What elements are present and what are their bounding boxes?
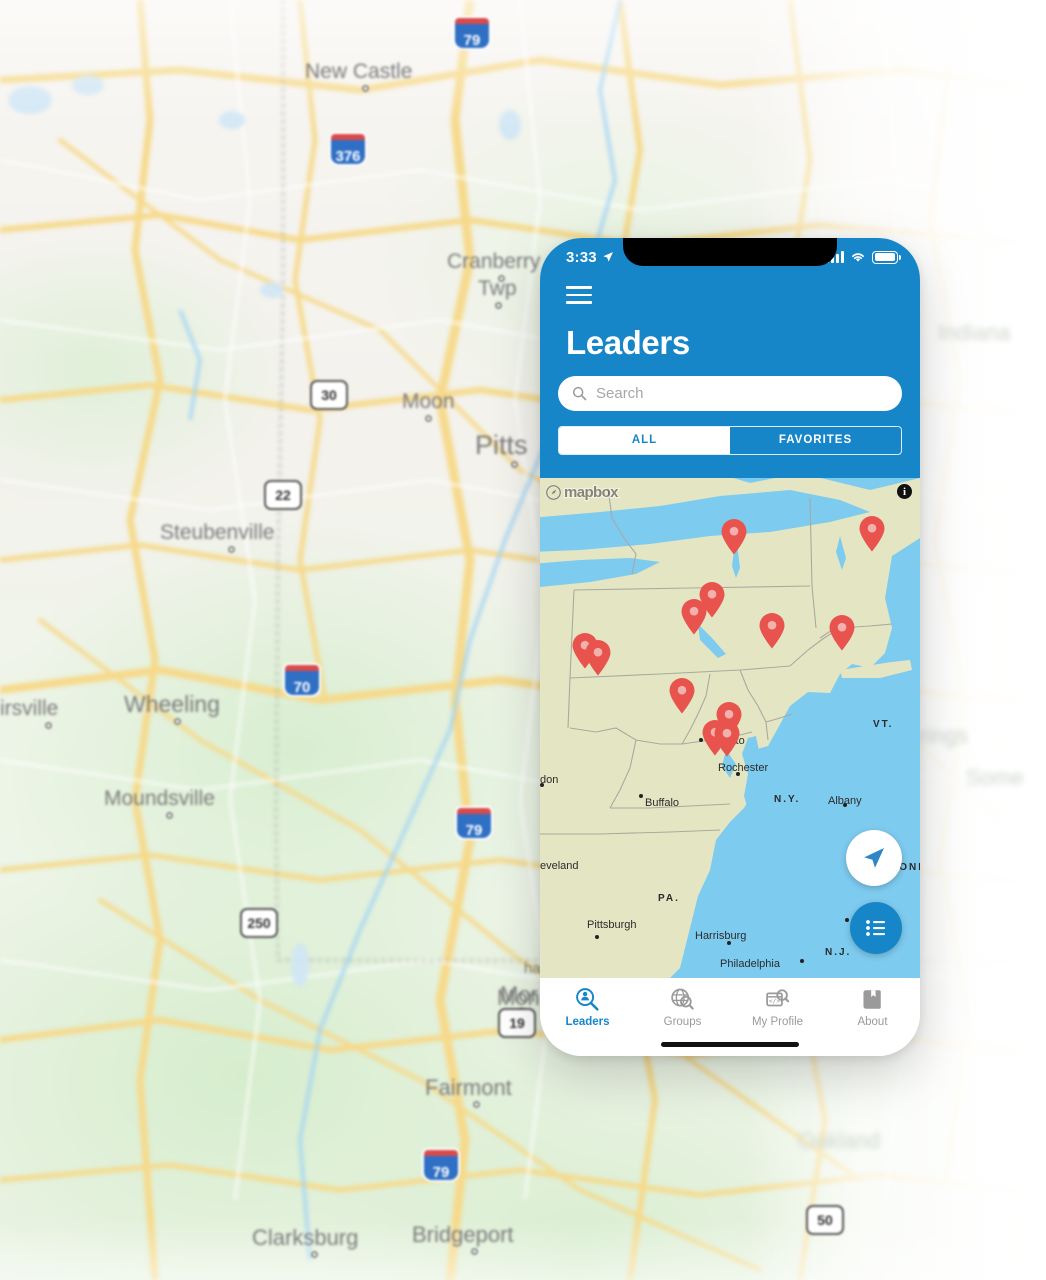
globe-search-icon: [670, 986, 695, 1012]
battery-full-icon: [872, 250, 901, 264]
app-header: 3:33 Leaders Search ALL FAVORITES: [540, 238, 920, 478]
wifi-icon: [852, 253, 864, 262]
route-shield-79: 79: [455, 18, 489, 49]
nav-label-my-profile: My Profile: [751, 1016, 804, 1028]
route-shield-376: 376: [331, 134, 365, 165]
navigation-arrow-icon: [864, 848, 884, 868]
route-shield-22: 22: [264, 480, 302, 510]
route-shield-70: 70: [285, 665, 319, 696]
map-info-icon[interactable]: i: [897, 484, 912, 499]
map-city-dot: [800, 959, 804, 963]
background-place-label: Moon: [402, 390, 455, 413]
map-city-dot: [595, 935, 599, 939]
route-shield-19: 19: [498, 1008, 536, 1038]
search-bar[interactable]: [558, 375, 902, 411]
background-place-label: New Castle: [305, 60, 413, 83]
book-bookmark-icon: [860, 986, 885, 1012]
background-place-label: Cranberry: [447, 250, 541, 273]
background-place-label: Clarksburg: [252, 1225, 359, 1250]
background-city-dot: [361, 85, 369, 92]
location-arrow-icon: [603, 252, 613, 262]
background-place-label: Fairmont: [425, 1075, 512, 1100]
background-place-label-faint: Some: [966, 765, 1024, 790]
status-time-text: 3:33: [566, 248, 597, 266]
background-place-label-faint: Oakland: [798, 1128, 880, 1153]
status-bar-right: [826, 250, 901, 264]
phone-mockup: 3:33 Leaders Search ALL FAVORITES mapbox…: [540, 238, 920, 1056]
background-city-dot: [228, 546, 236, 553]
map-city-dot: [843, 803, 847, 807]
background-place-label: Steubenville: [160, 521, 275, 544]
map-marker-pin[interactable]: [584, 639, 612, 676]
background-place-label-faint: Indiana: [938, 320, 1011, 345]
background-place-label: irsville: [0, 697, 59, 720]
segment-favorites[interactable]: FAVORITES: [730, 427, 901, 454]
nav-item-leaders[interactable]: Leaders: [540, 986, 635, 1056]
background-place-label: Pitts: [475, 430, 528, 460]
search-input[interactable]: [596, 384, 888, 402]
map-marker-pin[interactable]: [828, 614, 856, 651]
list-view-icon: [866, 920, 885, 936]
background-city-dot: [495, 302, 502, 309]
route-shield-250: 250: [240, 908, 278, 938]
segmented-control[interactable]: ALL FAVORITES: [558, 425, 902, 455]
map-city-dot: [736, 772, 740, 776]
page-title: Leaders: [566, 323, 690, 361]
map-city-dot: [639, 794, 643, 798]
person-search-icon: [575, 986, 600, 1012]
background-place-label: Wheeling: [124, 691, 220, 717]
background-place-label: Moundsville: [104, 787, 215, 810]
phone-notch: [623, 238, 837, 266]
nav-item-about[interactable]: About: [825, 986, 920, 1056]
background-city-dot: [424, 415, 432, 422]
locate-me-button[interactable]: [846, 830, 902, 886]
route-shield-79: 79: [424, 1150, 458, 1181]
nav-label-about: About: [857, 1016, 888, 1028]
background-place-label: Bridgeport: [412, 1222, 514, 1247]
nav-label-groups: Groups: [663, 1016, 702, 1028]
status-bar-left: 3:33: [566, 249, 614, 266]
route-shield-79: 79: [457, 808, 491, 839]
segment-all[interactable]: ALL: [559, 426, 730, 454]
nav-label-leaders: Leaders: [565, 1016, 610, 1028]
mapbox-logo-icon: [546, 485, 561, 500]
background-place-label-faint: rings: [920, 723, 968, 748]
map-marker-pin[interactable]: [720, 518, 748, 555]
background-city-dot: [173, 718, 181, 725]
background-fade-bottom: [0, 1220, 1046, 1280]
hamburger-menu-icon[interactable]: [566, 286, 592, 304]
map-marker-pin[interactable]: [713, 720, 741, 757]
map-marker-pin[interactable]: [668, 677, 696, 714]
mapbox-attribution[interactable]: mapbox: [546, 483, 620, 502]
background-place-label: Twp: [478, 277, 517, 300]
map-city-dot: [845, 918, 849, 922]
home-indicator: [661, 1042, 799, 1047]
background-city-dot: [472, 1101, 480, 1108]
map-city-dot: [540, 783, 544, 787]
search-icon: [572, 386, 587, 401]
route-shield-50: 50: [806, 1205, 844, 1235]
route-shield-30: 30: [310, 380, 348, 410]
map-marker-pin[interactable]: [758, 612, 786, 649]
list-view-button[interactable]: [850, 902, 902, 954]
mapbox-logo-text: mapbox: [563, 483, 620, 502]
map-marker-pin[interactable]: [680, 598, 708, 635]
map-panel[interactable]: mapbox i TorontoRochesterBuffalodonAlban…: [540, 478, 920, 978]
map-marker-pin[interactable]: [858, 515, 886, 552]
code-search-icon: </>: [765, 986, 790, 1012]
map-city-dot: [727, 941, 731, 945]
